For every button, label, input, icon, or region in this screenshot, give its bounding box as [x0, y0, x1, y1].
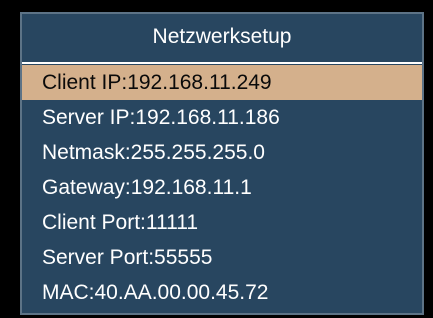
menu-item-client-port[interactable]: Client Port:11111 [22, 205, 422, 240]
menu-item-gateway[interactable]: Gateway:192.168.11.1 [22, 170, 422, 205]
menu-item-mac[interactable]: MAC:40.AA.00.00.45.72 [22, 275, 422, 310]
network-setup-menu: Netzwerksetup Client IP:192.168.11.249 S… [20, 12, 424, 315]
menu-list: Client IP:192.168.11.249 Server IP:192.1… [22, 65, 422, 310]
menu-item-client-ip[interactable]: Client IP:192.168.11.249 [22, 65, 422, 100]
screen: Netzwerksetup Client IP:192.168.11.249 S… [0, 0, 433, 318]
menu-item-server-ip[interactable]: Server IP:192.168.11.186 [22, 100, 422, 135]
menu-item-server-port[interactable]: Server Port:55555 [22, 240, 422, 275]
title-divider [22, 62, 422, 64]
menu-title: Netzwerksetup [152, 25, 292, 48]
menu-item-netmask[interactable]: Netmask:255.255.255.0 [22, 135, 422, 170]
